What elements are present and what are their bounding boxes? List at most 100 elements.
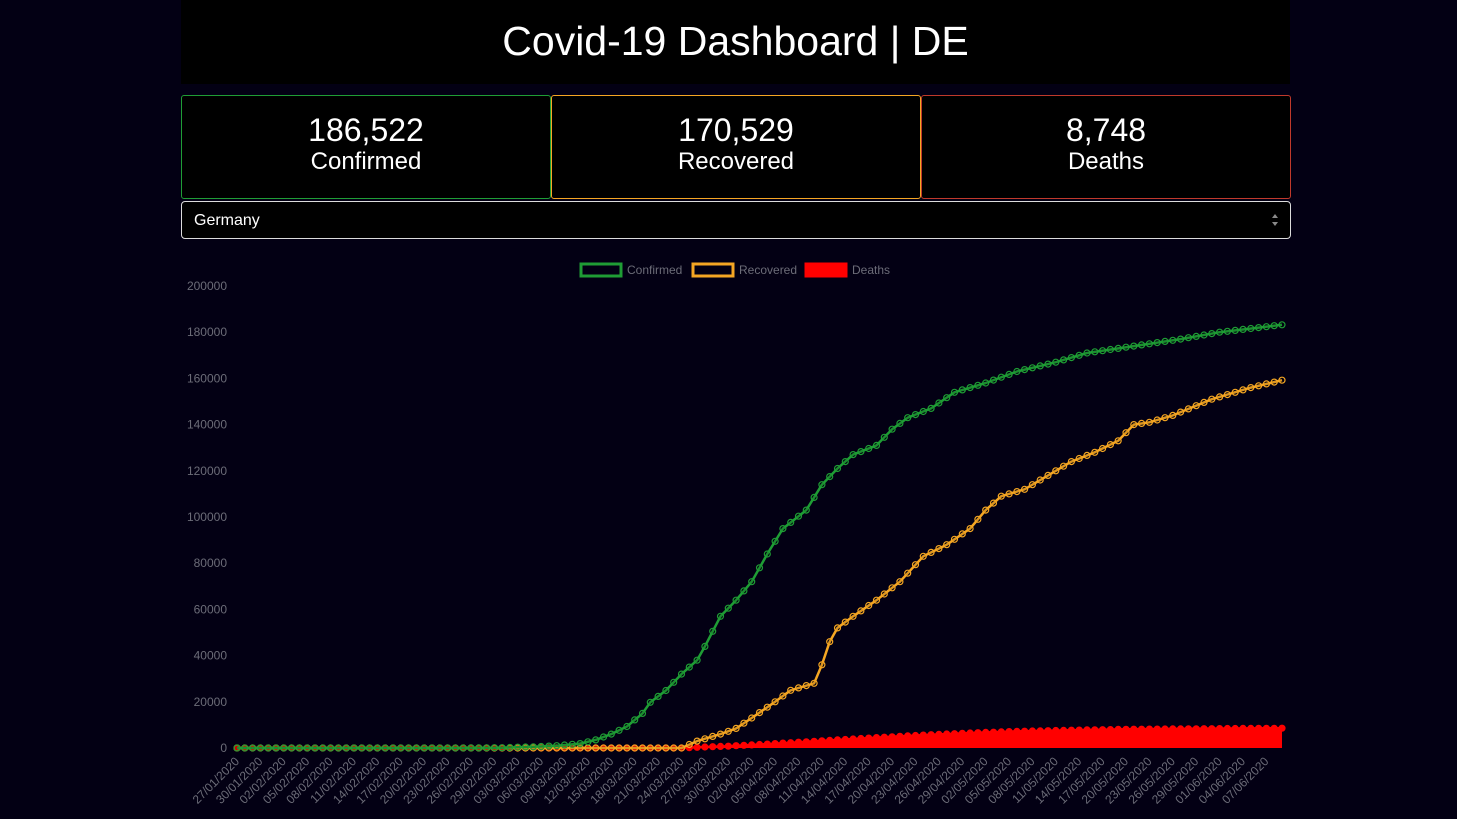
confirmed-point xyxy=(1044,360,1052,368)
confirmed-point xyxy=(701,642,709,650)
recovered-point xyxy=(779,692,787,700)
country-select-value: Germany xyxy=(194,212,260,229)
confirmed-point xyxy=(888,425,896,433)
deaths-point xyxy=(966,729,974,737)
recovered-point xyxy=(849,612,857,620)
confirmed-point xyxy=(685,663,693,671)
page-title: Covid-19 Dashboard | DE xyxy=(502,18,969,64)
deaths-label: Deaths xyxy=(1067,148,1145,175)
confirmed-point xyxy=(366,744,374,752)
confirmed-point xyxy=(623,722,631,731)
recovered-point xyxy=(662,744,670,752)
y-tick-label: 180000 xyxy=(187,325,227,339)
confirmed-point xyxy=(677,670,686,678)
confirmed-point xyxy=(654,692,662,700)
recovered-point xyxy=(1223,391,1232,399)
confirmed-point xyxy=(287,744,296,752)
confirmed-point xyxy=(802,506,810,514)
recovered-point xyxy=(1083,451,1091,459)
recovered-point xyxy=(654,744,662,752)
deaths-point xyxy=(1215,725,1224,733)
recovered-point xyxy=(701,735,709,743)
y-tick-label: 160000 xyxy=(187,371,227,385)
recovered-point xyxy=(787,686,795,694)
recovered-point xyxy=(888,584,896,592)
deaths-point xyxy=(826,736,834,744)
deaths-point xyxy=(1239,724,1247,732)
confirmed-point xyxy=(1091,348,1099,356)
confirmed-point xyxy=(833,464,842,473)
deaths-point xyxy=(1278,724,1286,732)
deaths-point xyxy=(1231,724,1239,733)
deaths-point xyxy=(1153,725,1161,733)
recovered-legend-swatch xyxy=(691,262,735,278)
recovered-point xyxy=(826,638,834,646)
deaths-point xyxy=(888,733,896,741)
recovered-point xyxy=(1130,421,1138,429)
confirmed-point xyxy=(490,744,498,752)
recovered-point xyxy=(1067,458,1076,466)
deaths-point xyxy=(1114,725,1122,733)
confirmed-point xyxy=(319,744,327,752)
confirmed-point xyxy=(748,578,756,586)
recovered-point xyxy=(1106,441,1115,449)
confirmed-point xyxy=(818,481,826,489)
recovered-point xyxy=(833,624,842,632)
confirmed-point xyxy=(958,386,966,394)
recovered-point xyxy=(919,552,927,560)
confirmed-point xyxy=(1052,358,1060,366)
deaths-point xyxy=(982,728,990,736)
deaths-card: 8,748 Deaths xyxy=(921,95,1291,199)
confirmed-point xyxy=(592,736,600,744)
confirmed-point xyxy=(334,744,342,752)
deaths-point xyxy=(732,742,740,750)
confirmed-point xyxy=(849,451,857,459)
y-tick-label: 120000 xyxy=(187,464,227,478)
confirmed-point xyxy=(1215,328,1224,336)
deaths-point xyxy=(935,730,943,738)
recovered-point xyxy=(638,744,647,752)
deaths-point xyxy=(818,737,826,745)
cases-line-chart: 0 20000 40000 60000 80000 100000 120000 140000 1… xyxy=(187,262,1286,807)
deaths-point xyxy=(849,735,857,743)
deaths-point xyxy=(1145,725,1154,733)
confirmed-point xyxy=(943,394,951,402)
deaths-point xyxy=(880,733,888,741)
confirmed-point xyxy=(311,744,319,752)
confirmed-point xyxy=(709,627,717,635)
confirmed-point xyxy=(1239,325,1247,334)
deaths-point xyxy=(1137,725,1146,733)
recovered-point xyxy=(1091,448,1099,456)
deaths-point xyxy=(927,731,935,739)
confirmed-point xyxy=(1231,326,1239,335)
deaths-point xyxy=(1254,724,1263,732)
recovered-point xyxy=(1153,416,1161,424)
deaths-point xyxy=(1075,726,1083,734)
confirmed-point xyxy=(1262,323,1271,331)
recovered-point xyxy=(740,719,748,727)
deaths-legend-swatch xyxy=(804,262,848,278)
country-select[interactable]: Germany xyxy=(181,201,1291,239)
confirmed-point xyxy=(521,743,530,751)
confirmed-point xyxy=(670,678,678,686)
confirmed-point xyxy=(1083,349,1091,357)
recovered-point xyxy=(755,709,764,717)
deaths-point xyxy=(950,730,959,738)
recovered-point xyxy=(818,661,826,669)
deaths-point xyxy=(787,739,795,747)
recovered-point xyxy=(1247,384,1255,392)
recovered-point xyxy=(1231,388,1239,396)
confirmed-point xyxy=(732,596,740,604)
confirmed-point xyxy=(584,738,592,746)
confirmed-point xyxy=(475,744,483,752)
confirmed-point xyxy=(303,744,311,752)
recovered-point xyxy=(1192,402,1200,410)
recovered-point xyxy=(592,744,600,752)
recovered-point xyxy=(1270,378,1278,386)
confirmed-point xyxy=(615,726,623,734)
confirmed-point xyxy=(241,744,249,752)
deaths-point xyxy=(989,728,998,736)
confirmed-point xyxy=(779,525,787,533)
deaths-point xyxy=(1192,725,1200,733)
confirmed-point xyxy=(919,407,927,416)
